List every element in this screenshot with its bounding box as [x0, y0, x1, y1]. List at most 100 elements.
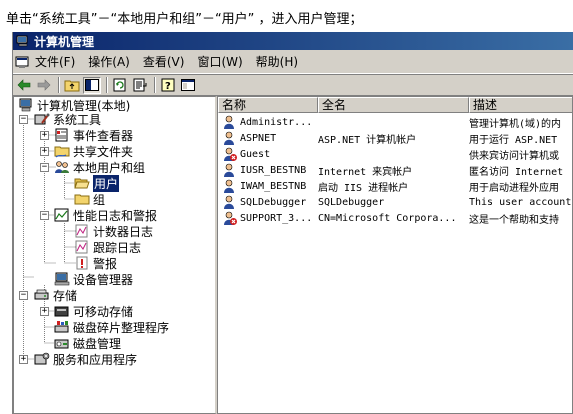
collapse-toggle[interactable]: −: [40, 211, 49, 220]
user-fullname: SQLDebugger: [318, 196, 385, 208]
user-icon: [224, 179, 234, 193]
tree-item-disk-management[interactable]: 磁盘管理: [54, 335, 121, 351]
user-icon: [224, 163, 234, 177]
help-button[interactable]: ?: [159, 77, 177, 94]
computer-icon: [19, 98, 32, 112]
tree-item-groups[interactable]: 组: [74, 191, 105, 207]
device-manager-icon: [54, 272, 70, 286]
up-level-button[interactable]: [63, 77, 81, 94]
users-groups-icon: [55, 161, 69, 173]
tree-item-system-tools[interactable]: 系统工具: [34, 111, 101, 127]
user-name: ASPNET: [240, 132, 277, 144]
tree-item-label: 跟踪日志: [93, 240, 142, 255]
svg-text:?: ?: [165, 81, 171, 92]
log-icon: [75, 224, 88, 238]
shared-folder-icon: [54, 146, 70, 158]
forward-button[interactable]: [35, 77, 53, 94]
collapse-toggle[interactable]: −: [19, 115, 28, 124]
list-item[interactable]: Administr... 管理计算机(域)的内: [218, 114, 572, 130]
collapse-toggle[interactable]: −: [40, 163, 49, 172]
removable-storage-icon: [54, 306, 69, 317]
tree-item-device-manager[interactable]: 设备管理器: [54, 271, 133, 287]
services-icon: [34, 352, 50, 365]
list-header: 名称 全名 描述: [218, 97, 572, 113]
title-bar: 计算机管理: [13, 32, 573, 50]
list-item[interactable]: SQLDebugger SQLDebugger This user accoun…: [218, 194, 572, 210]
log-icon: [75, 240, 88, 254]
column-header-description[interactable]: 描述: [469, 97, 572, 113]
user-description: 这是一个帮助和支持: [469, 214, 559, 226]
menu-window[interactable]: 窗口(W): [197, 53, 242, 70]
tree-item-label: 设备管理器: [73, 272, 134, 287]
refresh-icon: [113, 78, 126, 92]
folder-icon: [74, 194, 90, 205]
computer-management-icon: [16, 35, 28, 47]
tree-item-label: 磁盘管理: [73, 336, 122, 351]
show-hide-tree-button[interactable]: [83, 76, 101, 94]
toolbar: ?: [13, 74, 573, 96]
column-header-name[interactable]: 名称: [218, 97, 318, 113]
tree-item-trace-logs[interactable]: 跟踪日志: [74, 239, 141, 255]
back-button[interactable]: [15, 77, 33, 94]
user-fullname: Internet 来宾帐户: [318, 166, 413, 178]
user-icon: [224, 131, 234, 145]
collapse-toggle[interactable]: −: [19, 291, 28, 300]
menu-view[interactable]: 查看(V): [143, 53, 185, 70]
user-description: 用于运行 ASP.NET: [469, 134, 558, 146]
expand-toggle[interactable]: +: [40, 131, 49, 140]
user-name: SQLDebugger: [240, 196, 307, 208]
user-icon: [224, 115, 234, 129]
export-list-button[interactable]: [131, 77, 149, 94]
performance-icon: [54, 208, 69, 222]
forward-icon: [37, 79, 51, 91]
console-menu-icon[interactable]: [15, 55, 31, 69]
user-description: This user account: [469, 196, 572, 208]
defrag-icon: [54, 321, 69, 333]
list-item[interactable]: IWAM_BESTNB 启动 IIS 进程帐户 用于启动进程外应用: [218, 178, 572, 194]
tree-item-storage[interactable]: 存储: [34, 287, 77, 303]
list-item[interactable]: IUSR_BESTNB Internet 来宾帐户 匿名访问 Internet: [218, 162, 572, 178]
expand-toggle[interactable]: +: [40, 307, 49, 316]
refresh-button[interactable]: [111, 77, 129, 94]
column-header-fullname[interactable]: 全名: [318, 97, 469, 113]
panes: 计算机管理(本地) − 系统工具 + 事件查看器 + 共享文件夹 − 本地用户和…: [13, 96, 573, 414]
user-description: 匿名访问 Internet: [469, 166, 564, 178]
tree-item-label: 事件查看器: [73, 128, 134, 143]
user-description: 管理计算机(域)的内: [469, 118, 562, 130]
tree-item-disk-defragmenter[interactable]: 磁盘碎片整理程序: [54, 319, 169, 335]
menu-help[interactable]: 帮助(H): [256, 53, 298, 70]
users-list: 名称 全名 描述 Administr... 管理计算机(域)的内 ASPNET …: [217, 96, 573, 414]
tree-item-event-viewer[interactable]: 事件查看器: [54, 127, 133, 143]
console-tree: 计算机管理(本地) − 系统工具 + 事件查看器 + 共享文件夹 − 本地用户和…: [13, 96, 217, 414]
disk-management-icon: [54, 339, 69, 349]
back-icon: [17, 79, 31, 91]
toolbar-separator: [58, 77, 60, 93]
tree-item-local-users-groups[interactable]: 本地用户和组: [54, 159, 145, 175]
console-icon: [181, 79, 195, 91]
tree-item-counter-logs[interactable]: 计数器日志: [74, 223, 153, 239]
tree-item-users[interactable]: 用户: [74, 174, 120, 192]
tree-item-shared-folders[interactable]: 共享文件夹: [54, 143, 133, 159]
user-name: IWAM_BESTNB: [240, 180, 307, 192]
user-description: 供来宾访问计算机或: [469, 150, 559, 162]
console-window-button[interactable]: [179, 77, 197, 94]
menu-bar: 文件(F) 操作(A) 查看(V) 窗口(W) 帮助(H): [13, 50, 573, 74]
tree-item-label: 警报: [93, 256, 118, 271]
menu-action[interactable]: 操作(A): [88, 53, 130, 70]
list-item[interactable]: ASPNET ASP.NET 计算机帐户 用于运行 ASP.NET: [218, 130, 572, 146]
tree-item-performance-logs[interactable]: 性能日志和警报: [54, 207, 157, 223]
menu-file[interactable]: 文件(F): [35, 53, 75, 70]
user-description: 用于启动进程外应用: [469, 182, 559, 194]
instruction-text: 单击“系统工具”－“本地用户和组”－“用户” ，进入用户管理；: [0, 0, 573, 32]
expand-toggle[interactable]: +: [40, 147, 49, 156]
tree-item-label: 用户: [93, 174, 120, 192]
folder-open-icon: [74, 178, 90, 189]
list-item[interactable]: Guest 供来宾访问计算机或: [218, 146, 572, 162]
user-icon: [224, 195, 234, 209]
tree-item-services-applications[interactable]: 服务和应用程序: [34, 351, 137, 367]
tree-item-removable-storage[interactable]: 可移动存储: [54, 303, 133, 319]
expand-toggle[interactable]: +: [19, 355, 28, 364]
list-item[interactable]: SUPPORT_3... CN=Microsoft Corpora... 这是一…: [218, 210, 572, 226]
computer-management-window: 计算机管理 文件(F) 操作(A) 查看(V) 窗口(W) 帮助(H) ? 计算…: [12, 32, 573, 414]
tree-item-alerts[interactable]: 警报: [74, 255, 117, 271]
